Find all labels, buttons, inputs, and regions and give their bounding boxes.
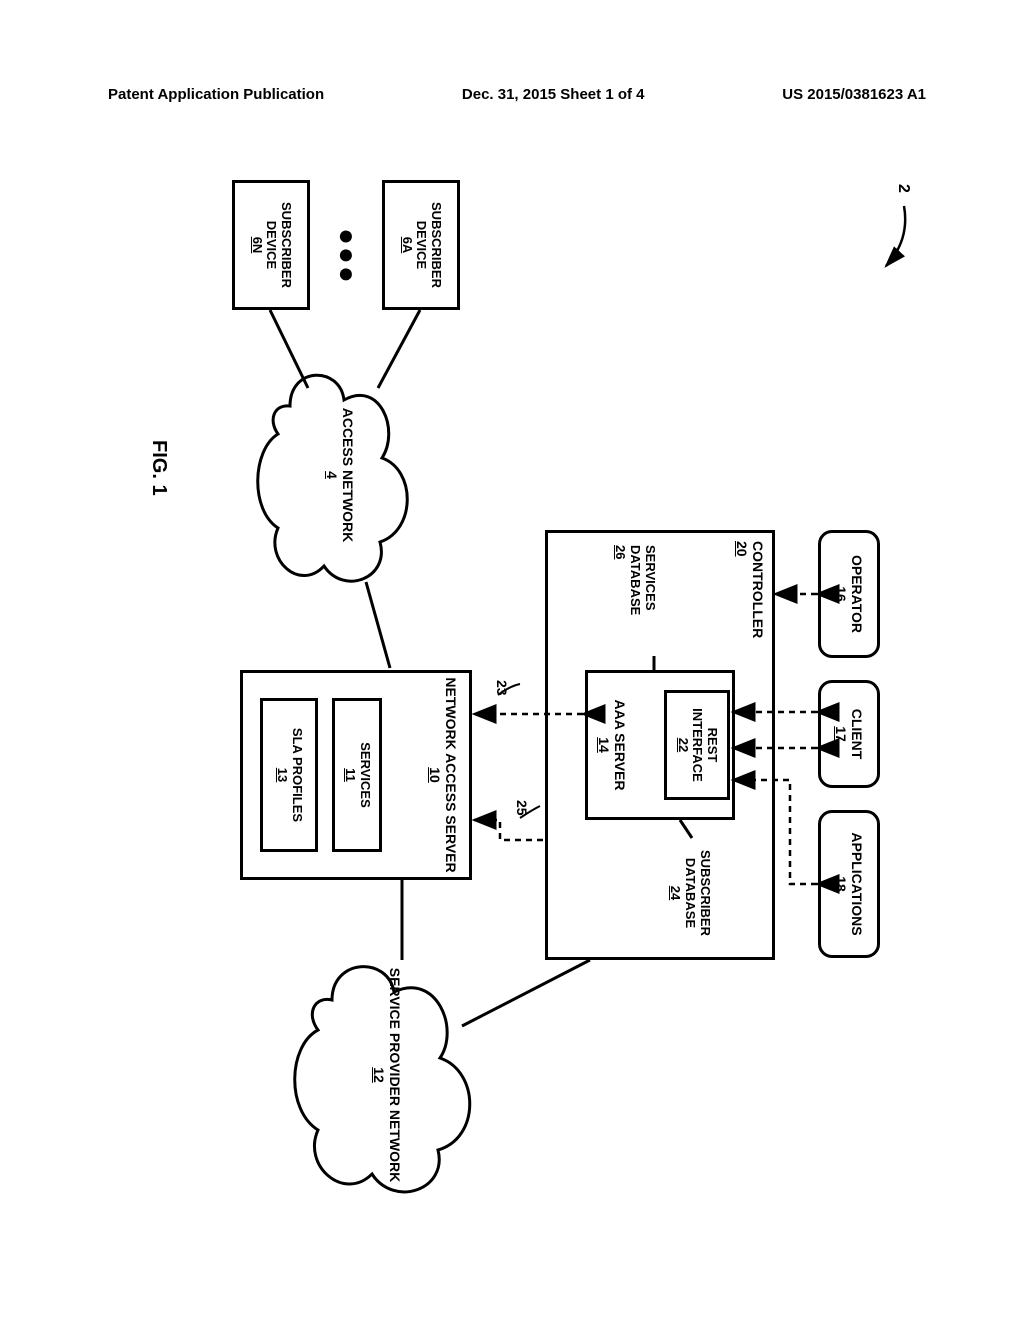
sp-ref: 12 (371, 1067, 387, 1083)
access-network-cloud: ACCESS NETWORK 4 (250, 360, 430, 590)
header-mid: Dec. 31, 2015 Sheet 1 of 4 (462, 86, 645, 103)
applications-box: APPLICATIONS 18 (818, 810, 880, 958)
applications-title: APPLICATIONS (849, 832, 865, 935)
page-header: Patent Application Publication Dec. 31, … (0, 86, 1024, 103)
system-ref-number: 2 (894, 184, 912, 193)
connectors (100, 140, 930, 1220)
applications-ref: 18 (833, 876, 849, 892)
header-left: Patent Application Publication (108, 86, 324, 103)
client-box: CLIENT 17 (818, 680, 880, 788)
figure-label: FIG. 1 (147, 440, 170, 496)
diagram: 2 OPERATOR 16 CLIENT 17 APPLICATIONS 18 … (100, 140, 930, 1220)
sub-a-ref: 6A (399, 237, 414, 254)
nas-title: NETWORK ACCESS SERVER (443, 677, 459, 872)
sub-n-ref: 6N (249, 237, 264, 254)
access-ref: 4 (324, 471, 340, 479)
operator-ref: 16 (833, 586, 849, 602)
rest-interface-box: REST INTERFACE 22 (664, 690, 730, 800)
sla-ref: 13 (274, 768, 289, 782)
sla-title: SLA PROFILES (289, 728, 304, 822)
operator-title: OPERATOR (849, 555, 865, 633)
link-23-label: 23 (494, 680, 510, 696)
rest-title: REST INTERFACE (690, 693, 720, 797)
sp-network-cloud: SERVICE PROVIDER NETWORK 12 (282, 950, 492, 1200)
services-title: SERVICES (357, 742, 372, 808)
aaa-title: AAA SERVER (612, 699, 628, 790)
sp-title: SERVICE PROVIDER NETWORK (387, 968, 403, 1182)
services-db-ref: 26 (613, 545, 628, 559)
header-right: US 2015/0381623 A1 (782, 86, 926, 103)
services-box: SERVICES 11 (332, 698, 382, 852)
nas-ref: 10 (427, 767, 443, 783)
controller-title: CONTROLLER (750, 541, 766, 638)
ellipsis-icon: ●●● (331, 228, 363, 285)
link-25-label: 25 (514, 800, 530, 816)
access-title: ACCESS NETWORK (340, 408, 356, 543)
sla-box: SLA PROFILES 13 (260, 698, 318, 852)
services-ref: 11 (342, 768, 357, 782)
aaa-ref: 14 (596, 737, 612, 753)
system-ref-arrow (100, 140, 930, 1220)
services-db-title: SERVICES DATABASE (628, 545, 658, 615)
operator-box: OPERATOR 16 (818, 530, 880, 658)
subscriber-db-ref: 24 (668, 886, 683, 900)
controller-ref: 20 (734, 541, 750, 557)
subscriber-device-n: SUBSCRIBER DEVICE 6N (232, 180, 310, 310)
client-ref: 17 (833, 726, 849, 742)
client-title: CLIENT (849, 709, 865, 760)
sub-a-title: SUBSCRIBER DEVICE (414, 183, 444, 307)
subscriber-db-title: SUBSCRIBER DATABASE (683, 850, 713, 936)
rest-ref: 22 (675, 738, 690, 752)
subscriber-device-a: SUBSCRIBER DEVICE 6A (382, 180, 460, 310)
sub-n-title: SUBSCRIBER DEVICE (264, 183, 294, 307)
